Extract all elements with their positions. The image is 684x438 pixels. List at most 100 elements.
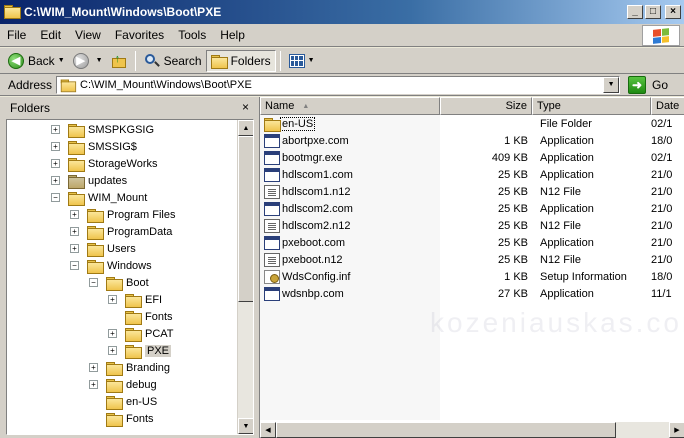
- close-button[interactable]: ×: [665, 5, 681, 19]
- file-row[interactable]: WdsConfig.inf 1 KB Setup Information 18/0: [260, 268, 684, 285]
- back-button[interactable]: ◀ Back ▼: [4, 50, 69, 72]
- file-size: 1 KB: [504, 134, 528, 147]
- file-row[interactable]: bootmgr.exe 409 KB Application 02/1: [260, 149, 684, 166]
- folder-icon: [106, 395, 123, 410]
- file-type: Application: [540, 287, 594, 300]
- folder-tree[interactable]: + SMSPKGSIG + SMSSIG$ + StorageWorks + updates −…: [6, 119, 254, 435]
- tree-item[interactable]: − Boot: [89, 274, 149, 291]
- column-header-name[interactable]: Name ▲: [260, 97, 440, 115]
- file-name-cell: hdlscom2.n12: [260, 218, 440, 233]
- column-header-type[interactable]: Type: [532, 97, 651, 115]
- tree-item[interactable]: − Windows: [70, 257, 152, 274]
- tree-item[interactable]: + ProgramData: [70, 223, 172, 240]
- maximize-button[interactable]: □: [645, 5, 661, 19]
- scroll-up-icon[interactable]: ▲: [238, 120, 253, 136]
- window-title: C:\WIM_Mount\Windows\Boot\PXE: [24, 5, 222, 19]
- menu-view[interactable]: View: [68, 28, 108, 42]
- file-row[interactable]: hdlscom2.n12 25 KB N12 File 21/0: [260, 217, 684, 234]
- application-icon: [264, 201, 280, 216]
- tree-item[interactable]: + EFI: [108, 291, 162, 308]
- tree-item[interactable]: + updates: [51, 172, 127, 189]
- scroll-left-icon[interactable]: ◀: [260, 422, 276, 438]
- tree-item[interactable]: + SMSPKGSIG: [51, 121, 154, 138]
- tree-item[interactable]: en-US: [89, 393, 157, 410]
- menu-tools[interactable]: Tools: [171, 28, 213, 42]
- file-size: 25 KB: [498, 253, 528, 266]
- expand-icon[interactable]: +: [70, 227, 79, 236]
- tree-item[interactable]: + StorageWorks: [51, 155, 158, 172]
- horizontal-scrollbar[interactable]: ◀ ▶: [260, 422, 684, 438]
- expand-icon[interactable]: +: [51, 159, 60, 168]
- expand-icon[interactable]: +: [89, 380, 98, 389]
- forward-button[interactable]: ▶ ▼: [69, 50, 107, 72]
- folder-icon: [68, 123, 85, 138]
- tree-item[interactable]: + Branding: [89, 359, 170, 376]
- file-type: Application: [540, 134, 594, 147]
- file-row[interactable]: pxeboot.com 25 KB Application 21/0: [260, 234, 684, 251]
- tree-item[interactable]: Fonts: [89, 410, 154, 427]
- file-row[interactable]: hdlscom1.n12 25 KB N12 File 21/0: [260, 183, 684, 200]
- tree-item[interactable]: + PCAT: [108, 325, 174, 342]
- file-name-cell: pxeboot.n12: [260, 252, 440, 267]
- minimize-button[interactable]: _: [627, 5, 643, 19]
- expand-icon[interactable]: +: [108, 329, 117, 338]
- folder-icon: [106, 276, 123, 291]
- column-header-size[interactable]: Size: [440, 97, 532, 115]
- column-header-date[interactable]: Date: [651, 97, 684, 115]
- watermark: kozeniauskas.com: [430, 307, 684, 338]
- tree-item[interactable]: − WIM_Mount: [51, 189, 147, 206]
- file-row[interactable]: pxeboot.n12 25 KB N12 File 21/0: [260, 251, 684, 268]
- file-row[interactable]: hdlscom1.com 25 KB Application 21/0: [260, 166, 684, 183]
- address-input[interactable]: C:\WIM_Mount\Windows\Boot\PXE ▼: [56, 75, 621, 94]
- close-icon[interactable]: ×: [242, 100, 249, 114]
- expand-icon[interactable]: +: [108, 346, 117, 355]
- menu-edit[interactable]: Edit: [33, 28, 68, 42]
- folders-button[interactable]: Folders: [205, 49, 276, 72]
- collapse-icon[interactable]: −: [70, 261, 79, 270]
- expand-icon[interactable]: +: [51, 176, 60, 185]
- file-name-cell: wdsnbp.com: [260, 286, 440, 301]
- tree-item[interactable]: + Users: [70, 240, 136, 257]
- tree-item[interactable]: + PXE: [108, 342, 172, 359]
- file-row[interactable]: en-US File Folder 02/1: [260, 115, 684, 132]
- chevron-down-icon[interactable]: ▼: [96, 57, 103, 64]
- chevron-down-icon[interactable]: ▼: [308, 57, 315, 64]
- file-row[interactable]: wdsnbp.com 27 KB Application 11/1: [260, 285, 684, 302]
- vertical-scrollbar[interactable]: ▲ ▼: [237, 120, 253, 434]
- views-button[interactable]: ▼: [285, 50, 319, 72]
- expand-icon[interactable]: +: [89, 363, 98, 372]
- file-size: 409 KB: [491, 151, 528, 164]
- expand-icon[interactable]: +: [70, 244, 79, 253]
- file-row[interactable]: abortpxe.com 1 KB Application 18/0: [260, 132, 684, 149]
- tree-item[interactable]: + debug: [89, 376, 157, 393]
- search-button[interactable]: Search: [140, 50, 206, 72]
- expand-icon[interactable]: +: [51, 125, 60, 134]
- address-path[interactable]: C:\WIM_Mount\Windows\Boot\PXE: [80, 79, 603, 91]
- menu-favorites[interactable]: Favorites: [108, 28, 171, 42]
- collapse-icon[interactable]: −: [51, 193, 60, 202]
- file-name-cell: en-US: [260, 116, 440, 132]
- scroll-right-icon[interactable]: ▶: [669, 422, 684, 438]
- expand-icon[interactable]: +: [108, 295, 117, 304]
- tree-item[interactable]: + SMSSIG$: [51, 138, 137, 155]
- folder-icon: [125, 293, 142, 308]
- address-dropdown-button[interactable]: ▼: [603, 76, 620, 93]
- menu-file[interactable]: File: [0, 28, 33, 42]
- expand-icon[interactable]: +: [51, 142, 60, 151]
- file-list[interactable]: Name ▲ Size Type Date kozeniauskas.com ◀ …: [259, 97, 684, 438]
- file-row[interactable]: hdlscom2.com 25 KB Application 21/0: [260, 200, 684, 217]
- scrollbar-thumb[interactable]: [276, 422, 616, 438]
- file-name: hdlscom2.com: [282, 202, 353, 215]
- up-button[interactable]: ↑: [107, 50, 131, 72]
- collapse-icon[interactable]: −: [89, 278, 98, 287]
- scrollbar-thumb[interactable]: [238, 136, 253, 302]
- tree-item[interactable]: Fonts: [108, 308, 173, 325]
- folder-icon: [125, 310, 142, 325]
- scroll-down-icon[interactable]: ▼: [238, 418, 253, 434]
- chevron-down-icon[interactable]: ▼: [58, 57, 65, 64]
- application-icon: [264, 133, 280, 148]
- menu-help[interactable]: Help: [213, 28, 252, 42]
- tree-item[interactable]: + Program Files: [70, 206, 175, 223]
- expand-icon[interactable]: +: [70, 210, 79, 219]
- go-button[interactable]: ➜ Go: [628, 75, 668, 94]
